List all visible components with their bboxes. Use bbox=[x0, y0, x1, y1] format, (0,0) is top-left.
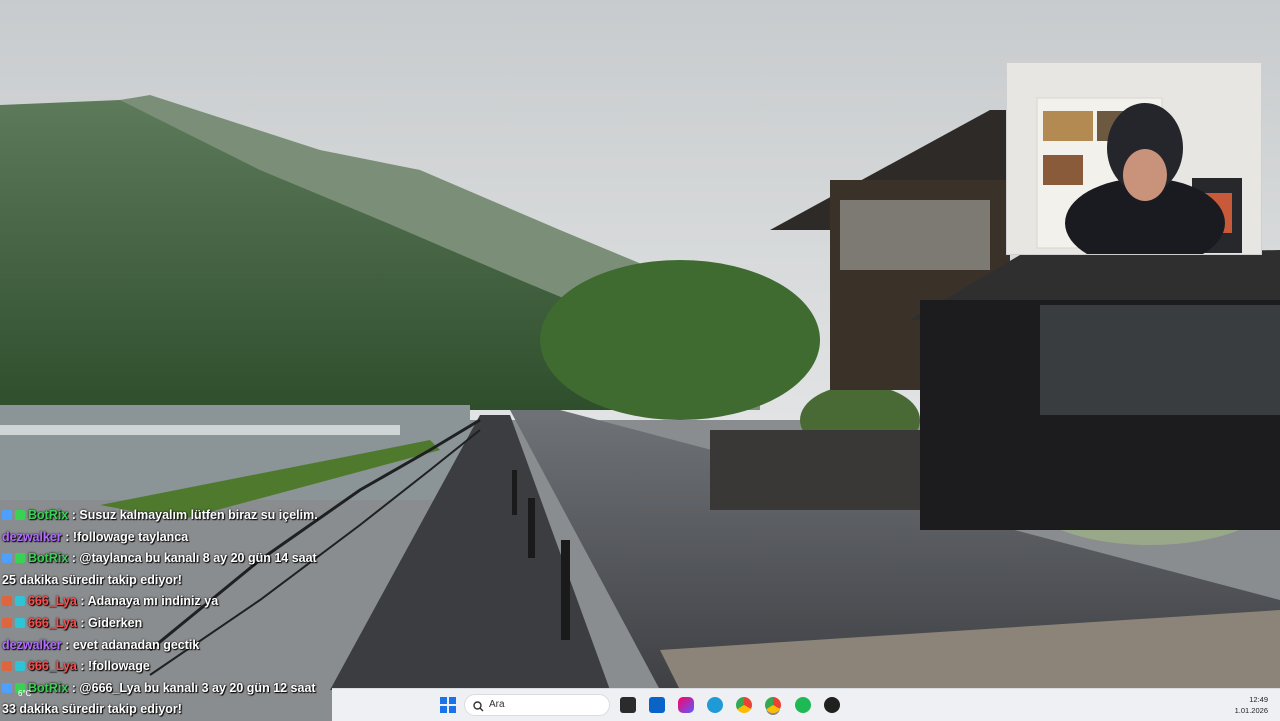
weir bbox=[0, 425, 400, 435]
chat-username[interactable]: dezwalker bbox=[2, 638, 62, 652]
chat-separator: : bbox=[80, 615, 85, 630]
search-label: Ara bbox=[489, 699, 505, 710]
heart-badge-icon bbox=[2, 617, 12, 628]
verified-badge-icon bbox=[15, 510, 25, 520]
chat-message: 666_Lya : Adanaya mı indiniz ya bbox=[0, 591, 332, 613]
chat-separator: : bbox=[65, 637, 70, 652]
webcam-overlay bbox=[1006, 62, 1262, 255]
chat-text: Adanaya mı indiniz ya bbox=[87, 594, 219, 609]
house-window bbox=[840, 200, 990, 270]
chat-message: 666_Lya : Giderken bbox=[0, 613, 332, 635]
clock-date: 1.01.2026 bbox=[1234, 706, 1268, 715]
chat-username[interactable]: 666_Lya bbox=[28, 616, 77, 630]
chat-separator: : bbox=[80, 594, 85, 609]
bollard bbox=[528, 498, 535, 558]
obs-icon[interactable] bbox=[824, 697, 840, 713]
chat-separator: : bbox=[80, 659, 85, 674]
chat-overlay: BotRix : Susuz kalmayalım lütfen biraz s… bbox=[0, 505, 332, 720]
bot-badge-icon bbox=[2, 510, 12, 520]
search-input[interactable]: Ara bbox=[464, 694, 610, 716]
bot-badge-icon bbox=[2, 682, 12, 693]
bollard bbox=[561, 540, 570, 640]
edge-icon[interactable] bbox=[707, 697, 723, 713]
building-window bbox=[1040, 305, 1280, 415]
chat-message: dezwalker : !followage taylanca bbox=[0, 527, 332, 549]
chat-username[interactable]: 666_Lya bbox=[28, 594, 77, 608]
chat-message: BotRix : @taylanca bu kanalı 8 ay 20 gün… bbox=[0, 548, 332, 591]
chat-message: 666_Lya : !followage bbox=[0, 656, 332, 678]
chat-separator: : bbox=[65, 529, 70, 544]
chat-separator: : bbox=[71, 551, 76, 566]
chrome-icon[interactable] bbox=[765, 697, 781, 713]
spotify-icon[interactable] bbox=[795, 697, 811, 713]
heart-badge-icon bbox=[2, 661, 12, 672]
chat-username[interactable]: dezwalker bbox=[2, 530, 62, 544]
trees bbox=[540, 260, 820, 420]
chat-text: Giderken bbox=[88, 615, 143, 630]
search-icon bbox=[473, 699, 484, 717]
windows-start-icon[interactable] bbox=[440, 697, 456, 713]
chat-message: BotRix : Susuz kalmayalım lütfen biraz s… bbox=[0, 505, 332, 527]
weather-widget[interactable]: 6°C bbox=[18, 689, 31, 698]
clock-time: 12:49 bbox=[1249, 695, 1268, 704]
bot-badge-icon bbox=[2, 553, 12, 564]
stone-wall bbox=[710, 430, 920, 510]
copilot-icon[interactable] bbox=[678, 697, 694, 713]
verified-badge-icon bbox=[15, 553, 25, 564]
system-clock[interactable]: 12:49 1.01.2026 bbox=[1235, 694, 1268, 716]
webcam-scene bbox=[1007, 63, 1261, 254]
chat-separator: : bbox=[71, 680, 76, 695]
bollard bbox=[512, 470, 517, 515]
chat-text: evet adanadan gectik bbox=[72, 637, 200, 652]
chat-text: !followage bbox=[88, 659, 150, 674]
outlook-icon[interactable] bbox=[649, 697, 665, 713]
chat-message: dezwalker : evet adanadan gectik bbox=[0, 635, 332, 657]
chat-username[interactable]: BotRix bbox=[28, 508, 68, 522]
sub-badge-icon bbox=[15, 617, 25, 628]
file-explorer-icon[interactable] bbox=[620, 697, 636, 713]
chat-username[interactable]: 666_Lya bbox=[28, 659, 77, 673]
chat-text: Susuz kalmayalım lütfen biraz su içelim. bbox=[79, 508, 318, 522]
sub-badge-icon bbox=[15, 596, 25, 607]
chat-username[interactable]: BotRix bbox=[28, 681, 68, 695]
chrome-icon[interactable] bbox=[736, 697, 752, 713]
heart-badge-icon bbox=[2, 596, 12, 607]
chat-text: !followage taylanca bbox=[72, 529, 189, 544]
taskbar: Ara 12:49 1.01.2026 bbox=[332, 688, 1280, 721]
chat-separator: : bbox=[71, 508, 76, 522]
chat-username[interactable]: BotRix bbox=[28, 551, 68, 565]
chat-message: BotRix : @666_Lya bu kanalı 3 ay 20 gün … bbox=[0, 678, 332, 721]
sub-badge-icon bbox=[15, 661, 25, 672]
